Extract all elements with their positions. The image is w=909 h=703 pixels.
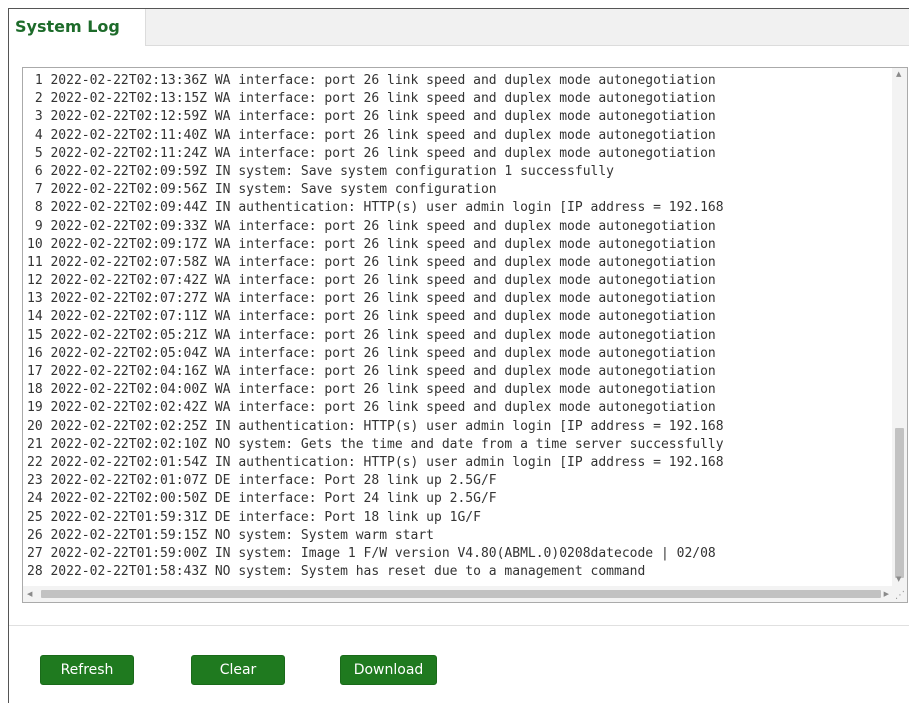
system-log-panel: System Log 1 2022-02-22T02:13:36Z WA int…: [8, 8, 909, 703]
tab-system-log[interactable]: System Log: [9, 9, 146, 46]
vertical-scrollbar[interactable]: ▲ ▼: [892, 68, 907, 586]
scroll-corner: ⋰: [892, 586, 907, 602]
log-textarea[interactable]: 1 2022-02-22T02:13:36Z WA interface: por…: [22, 67, 908, 603]
log-line: 28 2022-02-22T01:58:43Z NO system: Syste…: [27, 564, 646, 580]
scroll-right-arrow-icon[interactable]: ▶: [884, 591, 889, 598]
log-line: 27 2022-02-22T01:59:00Z IN system: Image…: [27, 545, 716, 561]
log-line: 20 2022-02-22T02:02:25Z IN authenticatio…: [27, 418, 724, 434]
log-line: 21 2022-02-22T02:02:10Z NO system: Gets …: [27, 436, 724, 452]
cropped-caption: [0, 0, 909, 6]
log-line: 26 2022-02-22T01:59:15Z NO system: Syste…: [27, 527, 434, 543]
log-line: 23 2022-02-22T02:01:07Z DE interface: Po…: [27, 473, 497, 489]
log-line: 5 2022-02-22T02:11:24Z WA interface: por…: [27, 145, 716, 161]
log-line: 9 2022-02-22T02:09:33Z WA interface: por…: [27, 218, 716, 234]
log-line: 8 2022-02-22T02:09:44Z IN authentication…: [27, 200, 724, 216]
horizontal-scrollbar[interactable]: ◀ ▶: [23, 586, 893, 602]
log-line: 16 2022-02-22T02:05:04Z WA interface: po…: [27, 345, 716, 361]
log-line: 4 2022-02-22T02:11:40Z WA interface: por…: [27, 127, 716, 143]
log-line: 3 2022-02-22T02:12:59Z WA interface: por…: [27, 109, 716, 125]
scroll-down-arrow-icon[interactable]: ▼: [896, 576, 901, 583]
log-line: 7 2022-02-22T02:09:56Z IN system: Save s…: [27, 182, 497, 198]
vertical-scroll-thumb[interactable]: [895, 428, 904, 578]
download-button[interactable]: Download: [340, 655, 437, 685]
resize-grip-icon[interactable]: ⋰: [895, 590, 905, 601]
log-line: 14 2022-02-22T02:07:11Z WA interface: po…: [27, 309, 716, 325]
log-line: 22 2022-02-22T02:01:54Z IN authenticatio…: [27, 454, 724, 470]
log-line: 13 2022-02-22T02:07:27Z WA interface: po…: [27, 291, 716, 307]
horizontal-scroll-thumb[interactable]: [41, 590, 881, 598]
log-lines: 1 2022-02-22T02:13:36Z WA interface: por…: [27, 72, 891, 584]
clear-button[interactable]: Clear: [191, 655, 285, 685]
log-line: 11 2022-02-22T02:07:58Z WA interface: po…: [27, 254, 716, 270]
log-line: 1 2022-02-22T02:13:36Z WA interface: por…: [27, 73, 716, 88]
tab-strip: System Log: [9, 9, 909, 46]
scroll-up-arrow-icon[interactable]: ▲: [896, 71, 901, 78]
log-line: 18 2022-02-22T02:04:00Z WA interface: po…: [27, 382, 716, 398]
log-line: 24 2022-02-22T02:00:50Z DE interface: Po…: [27, 491, 497, 507]
tab-system-log-label: System Log: [15, 17, 120, 36]
log-line: 19 2022-02-22T02:02:42Z WA interface: po…: [27, 400, 716, 416]
log-line: 25 2022-02-22T01:59:31Z DE interface: Po…: [27, 509, 481, 525]
log-line: 2 2022-02-22T02:13:15Z WA interface: por…: [27, 91, 716, 107]
log-line: 17 2022-02-22T02:04:16Z WA interface: po…: [27, 364, 716, 379]
log-line: 10 2022-02-22T02:09:17Z WA interface: po…: [27, 236, 716, 252]
refresh-button[interactable]: Refresh: [40, 655, 134, 685]
log-line: 15 2022-02-22T02:05:21Z WA interface: po…: [27, 327, 716, 343]
scroll-left-arrow-icon[interactable]: ◀: [27, 591, 32, 598]
divider: [9, 625, 909, 626]
log-line: 6 2022-02-22T02:09:59Z IN system: Save s…: [27, 163, 614, 179]
log-line: 12 2022-02-22T02:07:42Z WA interface: po…: [27, 273, 716, 289]
